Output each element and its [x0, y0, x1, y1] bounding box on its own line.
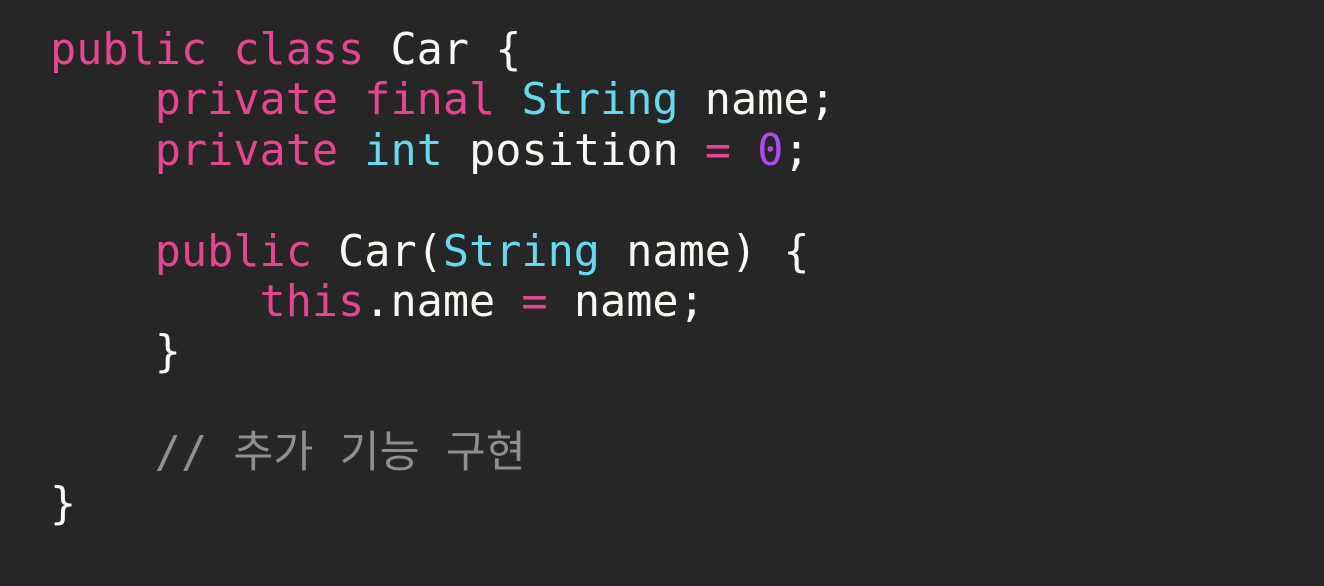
code-token: name; — [678, 75, 836, 126]
keyword-token: public — [50, 25, 208, 75]
operator-token: = — [704, 125, 731, 176]
code-line: } — [50, 479, 1324, 529]
keyword-token: private — [154, 75, 339, 126]
keyword-token: final — [364, 75, 496, 126]
type-token: int — [364, 125, 443, 176]
code-token: .name — [364, 276, 522, 327]
comment-token: // 추가 기능 구현 — [154, 428, 526, 479]
code-line: private int position = 0; — [50, 126, 1324, 176]
code-line: public class Car { — [50, 25, 1324, 75]
keyword-token: class — [233, 25, 365, 75]
operator-token: = — [521, 276, 548, 327]
code-token: } — [50, 478, 77, 529]
type-token: String — [442, 226, 600, 277]
code-line: } — [50, 327, 1324, 377]
number-token: 0 — [757, 125, 784, 176]
code-line: private final String name; — [50, 75, 1324, 125]
keyword-token: this — [259, 276, 365, 327]
code-token: Car { — [364, 25, 522, 75]
code-line: this.name = name; — [50, 277, 1324, 327]
keyword-token: public — [154, 226, 312, 277]
type-token: String — [521, 75, 679, 126]
code-token: name) { — [600, 226, 810, 277]
code-line: // 추가 기능 구현 — [50, 428, 1324, 478]
keyword-token: private — [154, 125, 339, 176]
code-token: name; — [547, 276, 705, 327]
code-token: Car( — [311, 226, 443, 277]
code-token: ; — [783, 125, 810, 176]
code-editor: public class Car { private final String … — [0, 0, 1324, 586]
code-token: } — [50, 327, 181, 378]
code-line: public Car(String name) { — [50, 227, 1324, 277]
code-block: public class Car { private final String … — [50, 25, 1324, 529]
code-token: position — [442, 125, 705, 176]
